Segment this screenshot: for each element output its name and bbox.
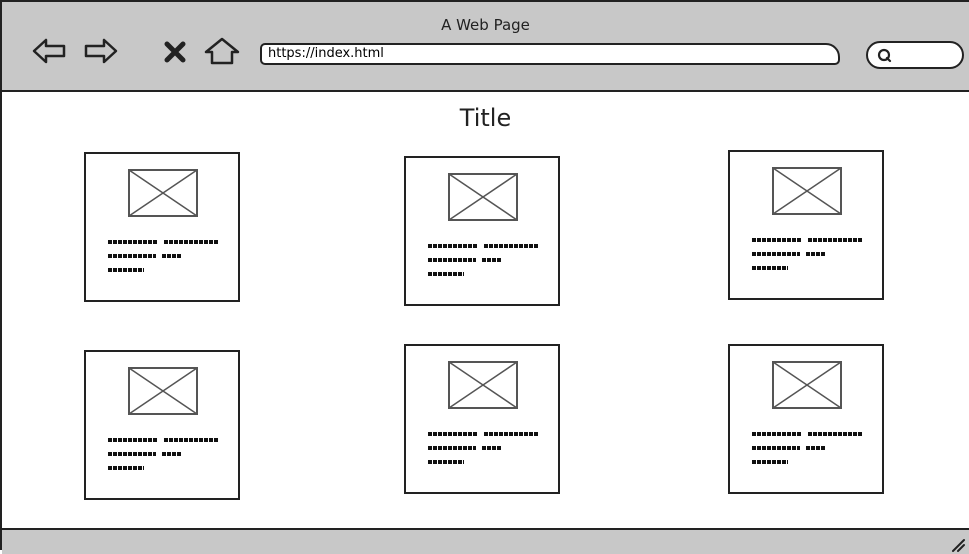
text-placeholder — [106, 234, 226, 284]
image-placeholder-icon — [772, 361, 842, 409]
window-title: A Web Page — [441, 16, 530, 34]
image-placeholder-icon — [448, 361, 518, 409]
search-icon — [877, 48, 892, 63]
image-placeholder-icon — [128, 169, 198, 217]
forward-arrow-icon[interactable] — [84, 36, 118, 66]
text-placeholder — [750, 232, 870, 282]
search-field[interactable] — [866, 41, 964, 69]
card-4[interactable] — [84, 350, 240, 500]
text-placeholder — [750, 426, 870, 476]
text-placeholder — [106, 432, 226, 482]
browser-window: A Web Page https://index.html Title — [0, 0, 969, 554]
status-bar — [2, 528, 969, 554]
card-1[interactable] — [84, 152, 240, 302]
close-icon[interactable] — [162, 36, 188, 66]
page-title: Title — [459, 104, 512, 132]
url-input[interactable]: https://index.html — [260, 43, 840, 65]
browser-toolbar: A Web Page https://index.html — [2, 2, 969, 92]
text-placeholder — [426, 238, 546, 288]
image-placeholder-icon — [128, 367, 198, 415]
text-placeholder — [426, 426, 546, 476]
page-content: Title — [2, 92, 969, 528]
back-arrow-icon[interactable] — [32, 36, 66, 66]
home-icon[interactable] — [202, 36, 242, 66]
card-2[interactable] — [404, 156, 560, 306]
card-5[interactable] — [404, 344, 560, 494]
image-placeholder-icon — [448, 173, 518, 221]
card-6[interactable] — [728, 344, 884, 494]
image-placeholder-icon — [772, 167, 842, 215]
card-3[interactable] — [728, 150, 884, 300]
